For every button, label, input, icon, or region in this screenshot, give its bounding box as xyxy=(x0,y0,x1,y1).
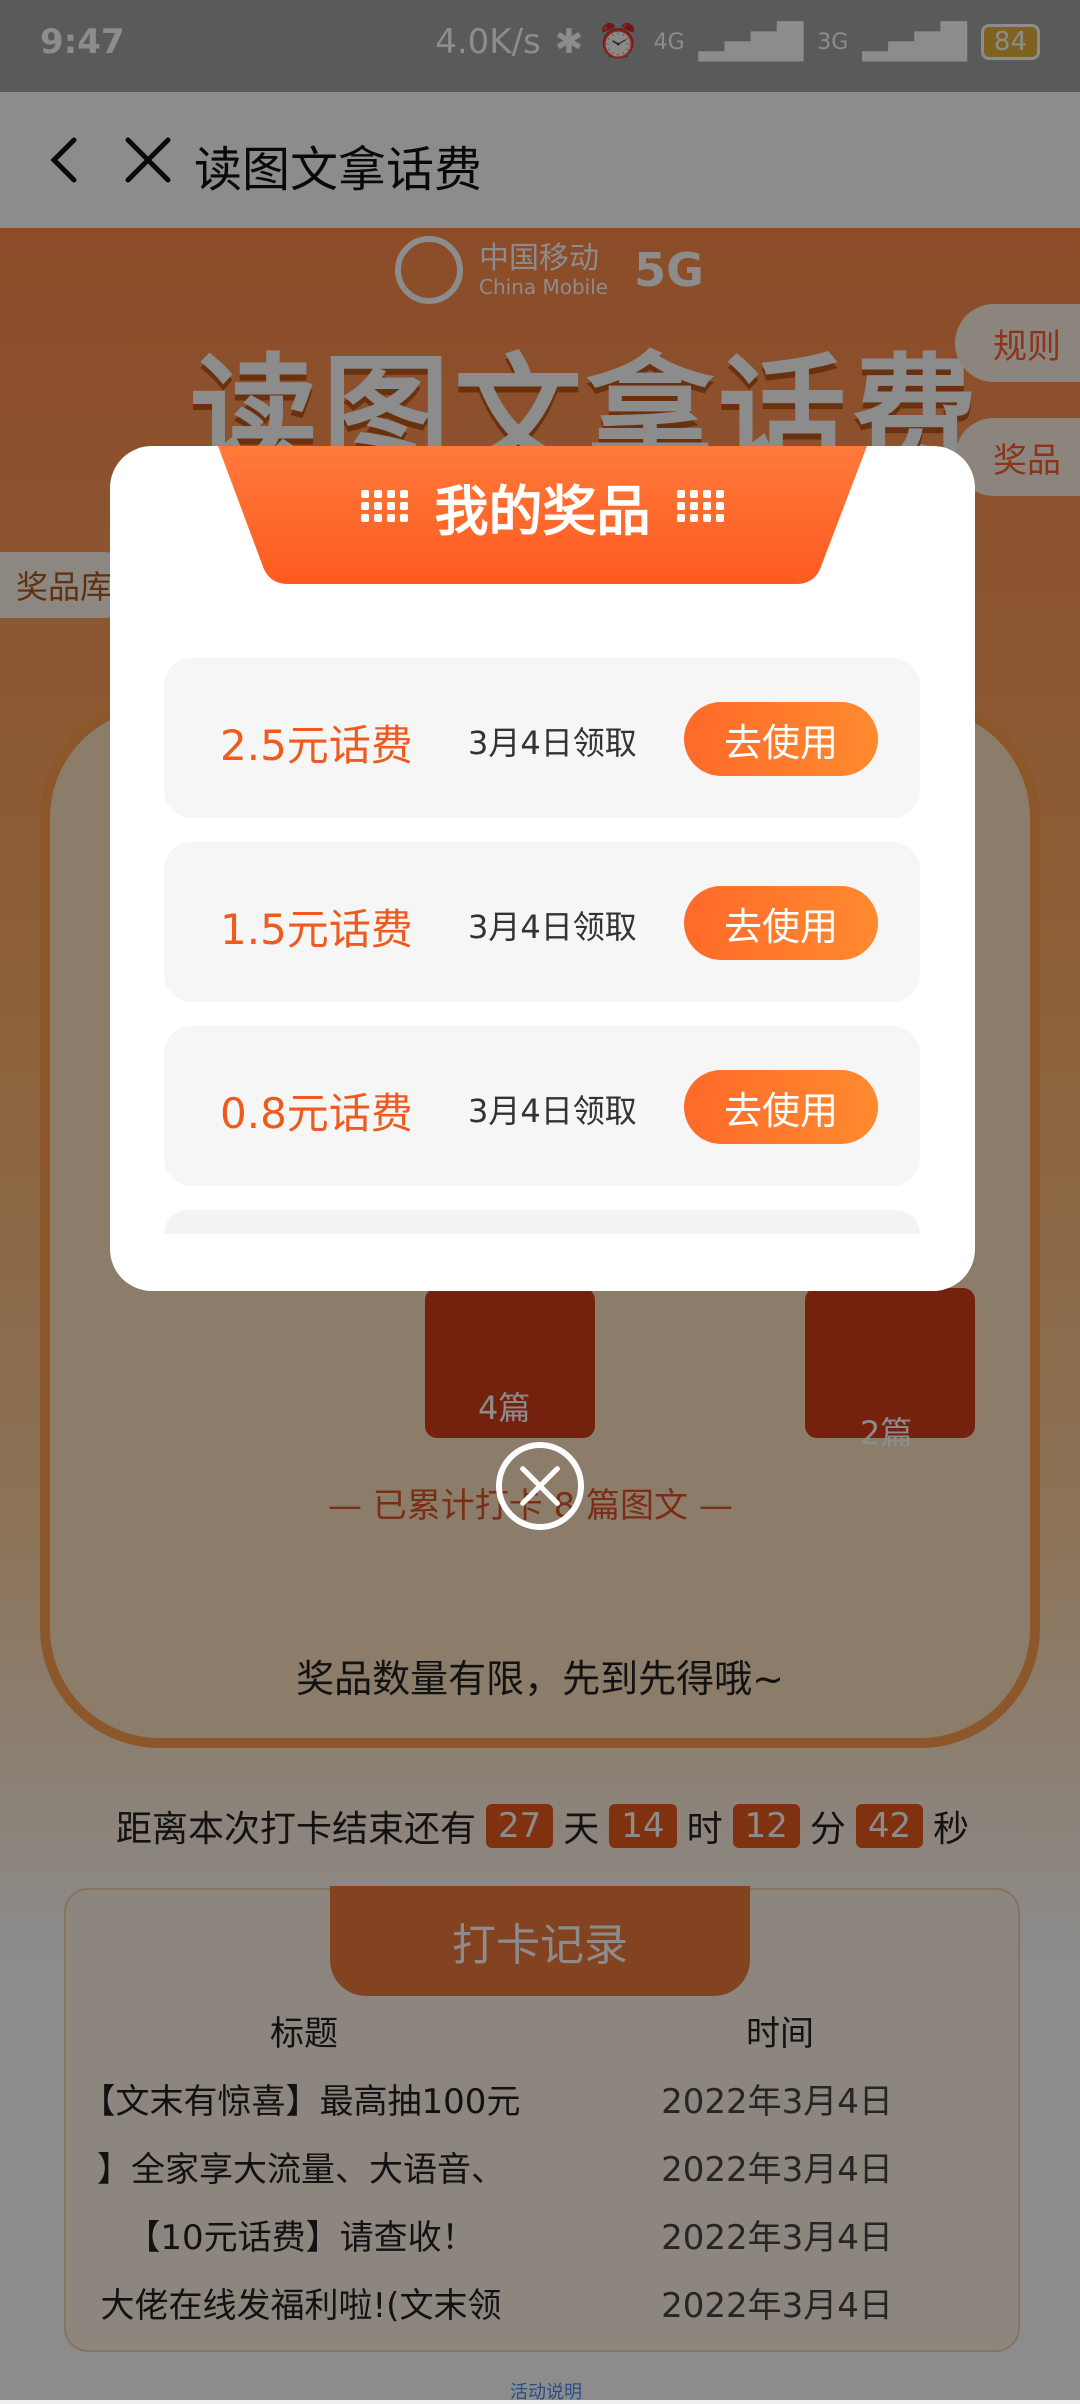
prize-item: 2.5元话费 3月4日领取 去使用 xyxy=(164,658,920,818)
my-prizes-modal: 我的奖品 2.5元话费 3月4日领取 去使用 1.5元话费 3月4日领取 去使用… xyxy=(110,446,975,1291)
prize-name: 1.5元话费 xyxy=(220,905,413,954)
decor-dots-icon xyxy=(360,490,409,522)
modal-title-row: 我的奖品 xyxy=(110,446,975,566)
prize-item: 0.8元话费 3月4日领取 去使用 xyxy=(164,1026,920,1186)
use-button[interactable]: 去使用 xyxy=(684,886,878,960)
use-button[interactable]: 去使用 xyxy=(684,702,878,776)
prize-item-partial xyxy=(164,1210,920,1234)
prize-name: 2.5元话费 xyxy=(220,721,413,770)
prize-list: 2.5元话费 3月4日领取 去使用 1.5元话费 3月4日领取 去使用 0.8元… xyxy=(164,658,920,1234)
prize-date: 3月4日领取 xyxy=(468,908,637,946)
modal-title: 我的奖品 xyxy=(434,479,651,543)
use-button[interactable]: 去使用 xyxy=(684,1070,878,1144)
prize-item: 1.5元话费 3月4日领取 去使用 xyxy=(164,842,920,1002)
modal-close-icon[interactable] xyxy=(496,1442,584,1530)
prize-name: 0.8元话费 xyxy=(220,1089,413,1138)
prize-date: 3月4日领取 xyxy=(468,724,637,762)
decor-dots-icon xyxy=(676,490,725,522)
prize-date: 3月4日领取 xyxy=(468,1092,637,1130)
